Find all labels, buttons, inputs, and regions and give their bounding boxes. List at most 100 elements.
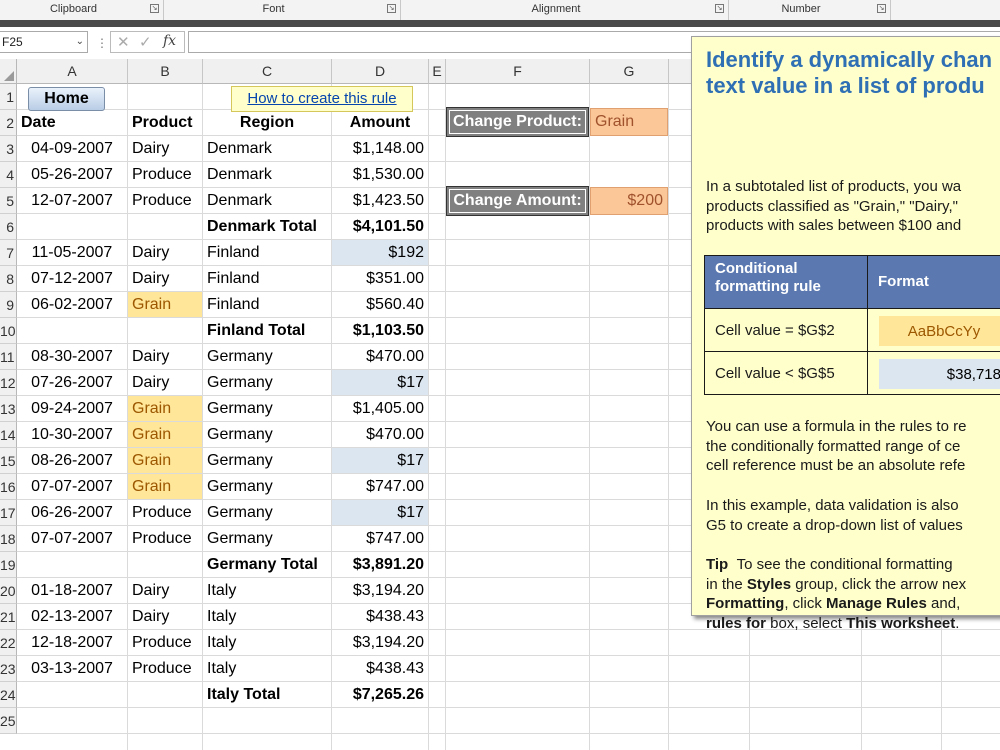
- cell-product[interactable]: Produce: [128, 656, 202, 681]
- cell-region[interactable]: Germany: [203, 500, 331, 525]
- cell-date[interactable]: 02-13-2007: [17, 604, 127, 629]
- cell-amount[interactable]: $1,423.50: [332, 188, 428, 213]
- cell-product[interactable]: Grain: [128, 292, 202, 317]
- cell-date[interactable]: 09-24-2007: [17, 396, 127, 421]
- cell-amount[interactable]: $470.00: [332, 422, 428, 447]
- cell-region[interactable]: Germany: [203, 370, 331, 395]
- cell-region[interactable]: Germany: [203, 526, 331, 551]
- row-header-10[interactable]: 10: [0, 318, 17, 344]
- row-header-7[interactable]: 7: [0, 240, 17, 266]
- column-header-e[interactable]: E: [429, 59, 446, 84]
- cell-amount-total[interactable]: $3,891.20: [332, 552, 428, 577]
- cancel-icon[interactable]: ✕: [117, 33, 130, 51]
- cell-product[interactable]: [128, 214, 202, 239]
- cell-date[interactable]: 12-07-2007: [17, 188, 127, 213]
- row-header-6[interactable]: 6: [0, 214, 17, 240]
- cell-date[interactable]: [17, 214, 127, 239]
- cell-amount[interactable]: $560.40: [332, 292, 428, 317]
- change-amount-dropdown[interactable]: $200: [590, 187, 668, 215]
- cell-date[interactable]: 05-26-2007: [17, 162, 127, 187]
- cell-product[interactable]: Dairy: [128, 604, 202, 629]
- cell-amount[interactable]: $17: [332, 370, 428, 395]
- cell-product[interactable]: Produce: [128, 188, 202, 213]
- row-header-14[interactable]: 14: [0, 422, 17, 448]
- cell-date[interactable]: 01-18-2007: [17, 578, 127, 603]
- cell-date[interactable]: 06-26-2007: [17, 500, 127, 525]
- row-header-4[interactable]: 4: [0, 162, 17, 188]
- dialog-launcher-icon[interactable]: ↘: [877, 4, 886, 13]
- cell-date[interactable]: 04-09-2007: [17, 136, 127, 161]
- cell-region-total[interactable]: Finland Total: [203, 318, 331, 343]
- column-header-b[interactable]: B: [128, 59, 203, 84]
- cell-product[interactable]: Produce: [128, 630, 202, 655]
- row-header-16[interactable]: 16: [0, 474, 17, 500]
- cell-date[interactable]: [17, 552, 127, 577]
- cell-region-total[interactable]: Denmark Total: [203, 214, 331, 239]
- row-header-22[interactable]: 22: [0, 630, 17, 656]
- column-header-f[interactable]: F: [446, 59, 590, 84]
- cell-region[interactable]: Germany: [203, 448, 331, 473]
- cell-region[interactable]: Denmark: [203, 188, 331, 213]
- cell-date[interactable]: 08-26-2007: [17, 448, 127, 473]
- row-header-1[interactable]: 1: [0, 84, 17, 110]
- enter-icon[interactable]: ✓: [139, 33, 152, 51]
- cell-product[interactable]: [128, 552, 202, 577]
- cell-region[interactable]: Denmark: [203, 162, 331, 187]
- cell-amount[interactable]: $747.00: [332, 526, 428, 551]
- row-header-23[interactable]: 23: [0, 656, 17, 682]
- cell-amount[interactable]: $1,405.00: [332, 396, 428, 421]
- cell-product[interactable]: Dairy: [128, 578, 202, 603]
- cell-amount[interactable]: $3,194.20: [332, 578, 428, 603]
- cell-amount[interactable]: $192: [332, 240, 428, 265]
- row-header-11[interactable]: 11: [0, 344, 17, 370]
- cell-date[interactable]: 07-07-2007: [17, 526, 127, 551]
- cell-region[interactable]: Finland: [203, 266, 331, 291]
- cell-amount[interactable]: $1,530.00: [332, 162, 428, 187]
- cell-product[interactable]: Grain: [128, 448, 202, 473]
- cell-amount[interactable]: $747.00: [332, 474, 428, 499]
- cell-amount-total[interactable]: $4,101.50: [332, 214, 428, 239]
- insert-function-icon[interactable]: fx: [163, 33, 176, 49]
- cell-amount-total[interactable]: $1,103.50: [332, 318, 428, 343]
- row-header-9[interactable]: 9: [0, 292, 17, 318]
- cell-amount[interactable]: $438.43: [332, 656, 428, 681]
- change-product-dropdown[interactable]: Grain: [590, 108, 668, 136]
- row-header-20[interactable]: 20: [0, 578, 17, 604]
- cell-amount[interactable]: $470.00: [332, 344, 428, 369]
- cell-region-total[interactable]: Italy Total: [203, 682, 331, 707]
- cell-region[interactable]: Italy: [203, 578, 331, 603]
- row-header-25[interactable]: 25: [0, 708, 17, 734]
- row-header-15[interactable]: 15: [0, 448, 17, 474]
- row-header-18[interactable]: 18: [0, 526, 17, 552]
- cell-product[interactable]: Produce: [128, 162, 202, 187]
- column-header-g[interactable]: G: [590, 59, 669, 84]
- cell-date[interactable]: [17, 318, 127, 343]
- row-header-24[interactable]: 24: [0, 682, 17, 708]
- cell-amount[interactable]: $1,148.00: [332, 136, 428, 161]
- chevron-down-icon[interactable]: ⌄: [76, 32, 84, 52]
- cell-date[interactable]: 07-12-2007: [17, 266, 127, 291]
- cell-date[interactable]: 12-18-2007: [17, 630, 127, 655]
- cell-region[interactable]: Denmark: [203, 136, 331, 161]
- row-header-5[interactable]: 5: [0, 188, 17, 214]
- dialog-launcher-icon[interactable]: ↘: [150, 4, 159, 13]
- cell-region[interactable]: Italy: [203, 604, 331, 629]
- cell-region[interactable]: Italy: [203, 656, 331, 681]
- cell-product[interactable]: Dairy: [128, 344, 202, 369]
- cell-date[interactable]: 11-05-2007: [17, 240, 127, 265]
- cell-amount[interactable]: $3,194.20: [332, 630, 428, 655]
- cell-date[interactable]: 10-30-2007: [17, 422, 127, 447]
- row-header-13[interactable]: 13: [0, 396, 17, 422]
- cell-product[interactable]: Dairy: [128, 370, 202, 395]
- cell-region[interactable]: Germany: [203, 396, 331, 421]
- cell-product[interactable]: Grain: [128, 396, 202, 421]
- row-header-19[interactable]: 19: [0, 552, 17, 578]
- column-header-d[interactable]: D: [332, 59, 429, 84]
- row-header-3[interactable]: 3: [0, 136, 17, 162]
- home-button[interactable]: Home: [28, 87, 105, 111]
- cell-product[interactable]: Grain: [128, 422, 202, 447]
- select-all-button[interactable]: [0, 59, 17, 84]
- cell-region[interactable]: Finland: [203, 292, 331, 317]
- column-header-c[interactable]: C: [203, 59, 332, 84]
- how-to-create-rule-link[interactable]: How to create this rule: [231, 86, 413, 112]
